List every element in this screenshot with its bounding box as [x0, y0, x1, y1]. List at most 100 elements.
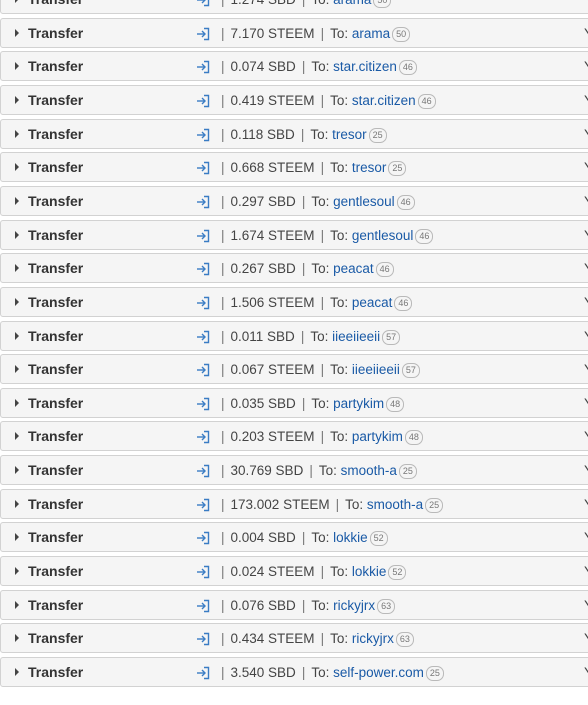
operation-type-label: Transfer — [28, 159, 84, 176]
caret-right-icon[interactable] — [15, 264, 19, 273]
recipient-account-link[interactable]: arama — [352, 26, 390, 41]
recipient-account-link[interactable]: partykim — [333, 396, 384, 411]
recipient-account-link[interactable]: iieeiieeii — [332, 329, 380, 344]
caret-right-icon[interactable] — [15, 129, 19, 138]
reputation-badge: 46 — [375, 262, 394, 278]
recipient-account-link[interactable]: gentlesoul — [333, 194, 395, 209]
caret-right-icon[interactable] — [15, 533, 19, 542]
separator: | — [221, 227, 225, 243]
caret-right-icon[interactable] — [15, 567, 19, 576]
operation-row-1[interactable]: Transfer |1.274 SBD|To: arama50 Y — [0, 0, 588, 14]
transfer-amount: 30.769 SBD — [230, 463, 304, 479]
to-label: To: — [310, 126, 329, 142]
separator: | — [301, 665, 306, 680]
truncated-column-text: Y — [584, 193, 588, 210]
caret-right-icon[interactable] — [15, 432, 19, 441]
truncated-column-text: Y — [584, 462, 588, 479]
to-label: To: — [330, 25, 349, 41]
caret-right-icon[interactable] — [15, 668, 19, 676]
caret-right-icon[interactable] — [15, 365, 19, 374]
caret-right-icon[interactable] — [15, 95, 19, 104]
caret-right-icon[interactable] — [15, 62, 19, 71]
reputation-badge: 46 — [417, 93, 436, 109]
transfer-in-icon — [197, 363, 210, 377]
caret-right-icon[interactable] — [15, 331, 19, 340]
operation-detail: | 0.035 SBD | To: partykim 48 — [215, 395, 405, 412]
operation-row-9[interactable]: Transfer | 0.267 SBD | To: peacat46 Y — [0, 253, 588, 284]
transfer-amount: 0.024 STEEM — [230, 564, 315, 580]
recipient-account-link[interactable]: peacat — [352, 295, 393, 310]
operation-row-17[interactable]: Transfer | 0.004 SBD | To: lokkie52 Y — [0, 522, 588, 553]
separator: | — [221, 496, 225, 512]
recipient-account-link[interactable]: rickyjrx — [333, 598, 375, 613]
reputation-badge: 52 — [388, 565, 407, 581]
recipient-account-link[interactable]: lokkie — [333, 530, 368, 545]
reputation-badge: 25 — [388, 161, 407, 177]
operation-row-12[interactable]: Transfer | 0.067 STEEM | To: iieeiieeii57 Y — [0, 354, 588, 385]
operation-row-7[interactable]: Transfer | 0.297 SBD | To: gentlesoul46 Y — [0, 185, 588, 216]
recipient-account-link[interactable]: smooth-a — [341, 463, 397, 478]
operation-row-18[interactable]: Transfer | 0.024 STEEM | To: lokkie52 Y — [0, 556, 588, 587]
recipient-account-link[interactable]: rickyjrx — [352, 631, 394, 646]
to-label: To: — [330, 631, 349, 647]
recipient-account-link[interactable]: star.citizen — [333, 59, 397, 74]
caret-right-icon[interactable] — [15, 499, 19, 508]
operation-row-19[interactable]: Transfer | 0.076 SBD | To: rickyjrx63 Y — [0, 589, 588, 620]
caret-right-icon[interactable] — [15, 600, 19, 609]
transfer-in-icon — [197, 162, 210, 175]
reputation-badge: 50 — [373, 0, 392, 8]
operation-row-10[interactable]: Transfer | 1.506 STEEM | To: peacat46 Y — [0, 286, 588, 317]
operation-type-label: Transfer — [28, 0, 83, 8]
caret-right-icon[interactable] — [15, 196, 19, 205]
operation-row-3[interactable]: Transfer | 0.074 SBD | To: star.citizen46 Y — [0, 51, 588, 82]
operation-row-20[interactable]: Transfer | 0.434 STEEM | To: rickyjrx63 Y — [0, 623, 588, 654]
operation-row-4[interactable]: Transfer | 0.419 STEEM | To: star.citizen 46… — [0, 84, 588, 115]
operation-row-5[interactable]: Transfer | 0.118 SBD | To: tresor25 Y — [0, 118, 588, 149]
caret-right-icon[interactable] — [15, 230, 19, 239]
caret-right-icon[interactable] — [15, 163, 19, 172]
to-label: To: — [330, 294, 349, 310]
recipient-account-link[interactable]: peacat — [333, 261, 374, 276]
caret-right-icon[interactable] — [15, 28, 19, 37]
recipient-account-link[interactable]: iieeiieeii — [352, 362, 400, 377]
to-label: To: — [311, 59, 330, 75]
truncated-column-text: Y — [584, 227, 588, 244]
transfer-in-icon — [197, 229, 210, 242]
operation-row-8[interactable]: Transfer | 1.674 STEEM | To: gentlesoul46 Y — [0, 219, 588, 250]
recipient-account-link[interactable]: star.citizen — [352, 93, 416, 108]
recipient-account-link[interactable]: arama — [333, 0, 371, 7]
operation-row-21[interactable]: Transfer | 3.540 SBD | To: self-power.com 25… — [0, 657, 588, 687]
caret-right-icon[interactable] — [15, 297, 19, 306]
operation-detail: | 0.076 SBD | To: rickyjrx 63 — [215, 597, 396, 614]
recipient-account-link[interactable]: smooth-a — [367, 497, 423, 512]
reputation-badge: 46 — [394, 295, 413, 311]
operation-row-16[interactable]: Transfer | 173.002 STEEM | To: smooth-a25 Y — [0, 488, 588, 519]
operation-type-label: Transfer — [28, 125, 84, 142]
transfer-in-icon — [197, 666, 210, 680]
transfer-in-icon — [197, 431, 210, 444]
transfer-in-icon — [197, 397, 210, 410]
recipient-account-link[interactable]: gentlesoul — [352, 228, 414, 243]
caret-right-icon[interactable] — [15, 398, 19, 407]
separator: | — [301, 261, 306, 277]
caret-right-icon[interactable] — [15, 634, 19, 643]
operation-detail: |1.274 SBD|To: arama50 — [215, 0, 392, 8]
recipient-account-link[interactable]: tresor — [332, 127, 367, 142]
reputation-badge: 48 — [386, 396, 405, 412]
operation-row-13[interactable]: Transfer | 0.035 SBD | To: partykim48 Y — [0, 387, 588, 418]
separator: | — [320, 92, 325, 108]
separator: | — [320, 25, 325, 41]
recipient-account-link[interactable]: partykim — [352, 429, 403, 444]
operation-row-2[interactable]: Transfer | 7.170 STEEM | To: arama50 Y — [0, 17, 588, 48]
truncated-column-text: Y — [584, 630, 588, 647]
recipient-account-link[interactable]: lokkie — [352, 564, 387, 579]
recipient-account-link[interactable]: self-power.com — [333, 665, 424, 680]
recipient-account-link[interactable]: tresor — [352, 160, 387, 175]
operation-row-15[interactable]: Transfer | 30.769 SBD | To: smooth-a25 Y — [0, 455, 588, 486]
operation-row-14[interactable]: Transfer | 0.203 STEEM | To: partykim48 Y — [0, 421, 588, 452]
caret-right-icon[interactable] — [15, 0, 19, 3]
operation-row-6[interactable]: Transfer | 0.668 STEEM | To: tresor25 Y — [0, 152, 588, 183]
operation-row-11[interactable]: Transfer | 0.011 SBD | To: iieeiieeii57 Y — [0, 320, 588, 351]
operation-type-label: Transfer — [28, 192, 84, 209]
caret-right-icon[interactable] — [15, 466, 19, 475]
